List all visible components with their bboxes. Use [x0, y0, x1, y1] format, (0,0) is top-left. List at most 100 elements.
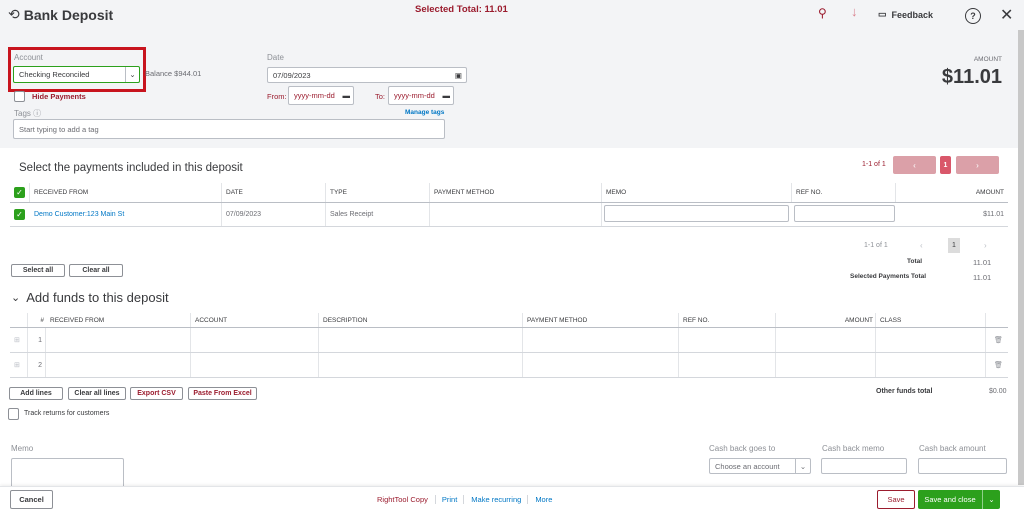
cell-received-from[interactable]	[46, 353, 191, 377]
calendar-icon[interactable]: ▣	[455, 71, 462, 80]
date-value: 07/09/2023	[273, 70, 311, 80]
righttool-copy-link[interactable]: RightTool Copy	[377, 495, 436, 504]
memo-textarea[interactable]	[11, 458, 124, 488]
col-memo: MEMO	[602, 183, 792, 202]
from-date-input[interactable]: yyyy-mm-dd ▬	[288, 86, 354, 105]
col-payment-method: PAYMENT METHOD	[430, 183, 602, 202]
close-icon[interactable]: ✕	[1000, 5, 1013, 25]
cell-class[interactable]	[876, 328, 986, 352]
received-from-link[interactable]: Demo Customer:123 Main St	[30, 203, 222, 226]
funds-row[interactable]: ⊞ 1 🗑	[10, 328, 1008, 353]
calendar-icon[interactable]: ▬	[443, 91, 451, 100]
payments-title: Select the payments included in this dep…	[19, 162, 243, 174]
cell-amount[interactable]	[776, 328, 876, 352]
history-icon[interactable]: ⟲	[8, 6, 20, 23]
pin-icon[interactable]: ⚲	[818, 6, 827, 20]
chevron-down-icon[interactable]: ⌄	[125, 67, 139, 82]
cash-back-amount-input[interactable]	[918, 458, 1007, 474]
clear-all-lines-button[interactable]: Clear all lines	[68, 387, 126, 400]
cash-back-memo-input[interactable]	[821, 458, 907, 474]
export-csv-button[interactable]: Export CSV	[130, 387, 183, 400]
next-page-button[interactable]: ›	[956, 156, 999, 174]
to-date-input[interactable]: yyyy-mm-dd ▬	[388, 86, 454, 105]
select-all-checkbox[interactable]: ✓	[14, 187, 25, 198]
col-amount: AMOUNT	[975, 189, 1004, 196]
col-type: TYPE	[326, 183, 430, 202]
save-button[interactable]: Save	[877, 490, 915, 509]
bottom-next-button[interactable]: ›	[984, 241, 987, 250]
total-label: Total	[907, 258, 923, 265]
clear-all-button[interactable]: Clear all	[69, 264, 123, 277]
cash-back-account-select[interactable]: Choose an account ⌄	[709, 458, 811, 474]
hide-payments-checkbox[interactable]	[14, 91, 25, 102]
trash-icon[interactable]: 🗑	[990, 353, 1008, 377]
cancel-button[interactable]: Cancel	[10, 490, 53, 509]
amount-label: AMOUNT	[973, 56, 1002, 63]
page-header: ⟲ Bank Deposit	[8, 6, 113, 23]
cell-amount[interactable]	[776, 353, 876, 377]
funds-row[interactable]: ⊞ 2 🗑	[10, 353, 1008, 378]
paste-from-excel-button[interactable]: Paste From Excel	[188, 387, 257, 400]
bottom-prev-button[interactable]: ‹	[920, 241, 923, 250]
chevron-down-icon[interactable]: ⌄	[795, 459, 810, 473]
row-checkbox[interactable]: ✓	[14, 209, 25, 220]
col-handle	[10, 313, 28, 327]
track-returns-checkbox[interactable]	[8, 408, 19, 420]
date-input[interactable]: 07/09/2023 ▣	[267, 67, 467, 83]
date-label: Date	[267, 53, 284, 62]
col-date: DATE	[222, 183, 326, 202]
calendar-icon[interactable]: ▬	[343, 91, 351, 100]
bottom-pagination-text: 1-1 of 1	[864, 242, 888, 249]
bottom-page-1[interactable]: 1	[948, 238, 960, 253]
scrollbar[interactable]	[1018, 30, 1024, 485]
tags-input[interactable]: Start typing to add a tag	[13, 119, 445, 139]
table-row: ✓ Demo Customer:123 Main St 07/09/2023 S…	[10, 203, 1008, 227]
save-and-close-button[interactable]: Save and close ⌄	[918, 490, 1000, 509]
drag-handle-icon[interactable]: ⊞	[10, 353, 28, 377]
manage-tags-link[interactable]: Manage tags	[405, 109, 444, 116]
pagination-text: 1-1 of 1	[862, 161, 886, 168]
memo-input[interactable]	[604, 205, 789, 222]
trash-icon[interactable]: 🗑	[990, 328, 1008, 352]
balance: Balance $944.01	[145, 69, 202, 78]
cell-description[interactable]	[319, 353, 523, 377]
select-all-button[interactable]: Select all	[11, 264, 65, 277]
thermometer-icon[interactable]: ↓	[851, 4, 858, 19]
cell-ref-no[interactable]	[679, 353, 776, 377]
cell-account[interactable]	[191, 328, 319, 352]
save-and-close-label: Save and close	[924, 495, 976, 504]
page-1-button[interactable]: 1	[940, 156, 951, 174]
row-number: 2	[28, 353, 46, 377]
more-link[interactable]: More	[528, 495, 552, 504]
add-lines-button[interactable]: Add lines	[9, 387, 63, 400]
print-link[interactable]: Print	[436, 495, 465, 504]
prev-page-button[interactable]: ‹	[893, 156, 936, 174]
chevron-down-icon[interactable]: ⌄	[982, 490, 1000, 509]
ref-no-input[interactable]	[794, 205, 895, 222]
col-number: #	[40, 316, 44, 324]
page-title: Bank Deposit	[23, 6, 114, 23]
drag-handle-icon[interactable]: ⊞	[10, 328, 28, 352]
cell-ref-no[interactable]	[679, 328, 776, 352]
selected-payments-total-value: 11.01	[973, 273, 992, 282]
account-label: Account	[14, 53, 43, 62]
add-funds-section-header[interactable]: ⌄ Add funds to this deposit	[11, 290, 169, 305]
account-select[interactable]: Checking Reconciled ⌄	[13, 66, 140, 83]
cell-account[interactable]	[191, 353, 319, 377]
memo-cell	[602, 203, 792, 226]
chevron-down-icon: ⌄	[11, 292, 21, 304]
feedback-button[interactable]: ▭ Feedback	[878, 9, 933, 20]
cell-description[interactable]	[319, 328, 523, 352]
help-icon[interactable]: ?	[965, 8, 981, 24]
cell-class[interactable]	[876, 353, 986, 377]
from-placeholder: yyyy-mm-dd	[294, 91, 335, 100]
cell-payment-method[interactable]	[523, 353, 679, 377]
col-received-from: RECEIVED FROM	[46, 313, 191, 327]
cell-payment-method[interactable]	[523, 328, 679, 352]
to-placeholder: yyyy-mm-dd	[394, 91, 435, 100]
make-recurring-link[interactable]: Make recurring	[464, 495, 529, 504]
cash-back-goes-to-label: Cash back goes to	[709, 444, 776, 453]
cell-received-from[interactable]	[46, 328, 191, 352]
footer-links: RightTool Copy Print Make recurring More	[377, 495, 552, 504]
help-icon[interactable]: ⓘ	[33, 109, 41, 118]
